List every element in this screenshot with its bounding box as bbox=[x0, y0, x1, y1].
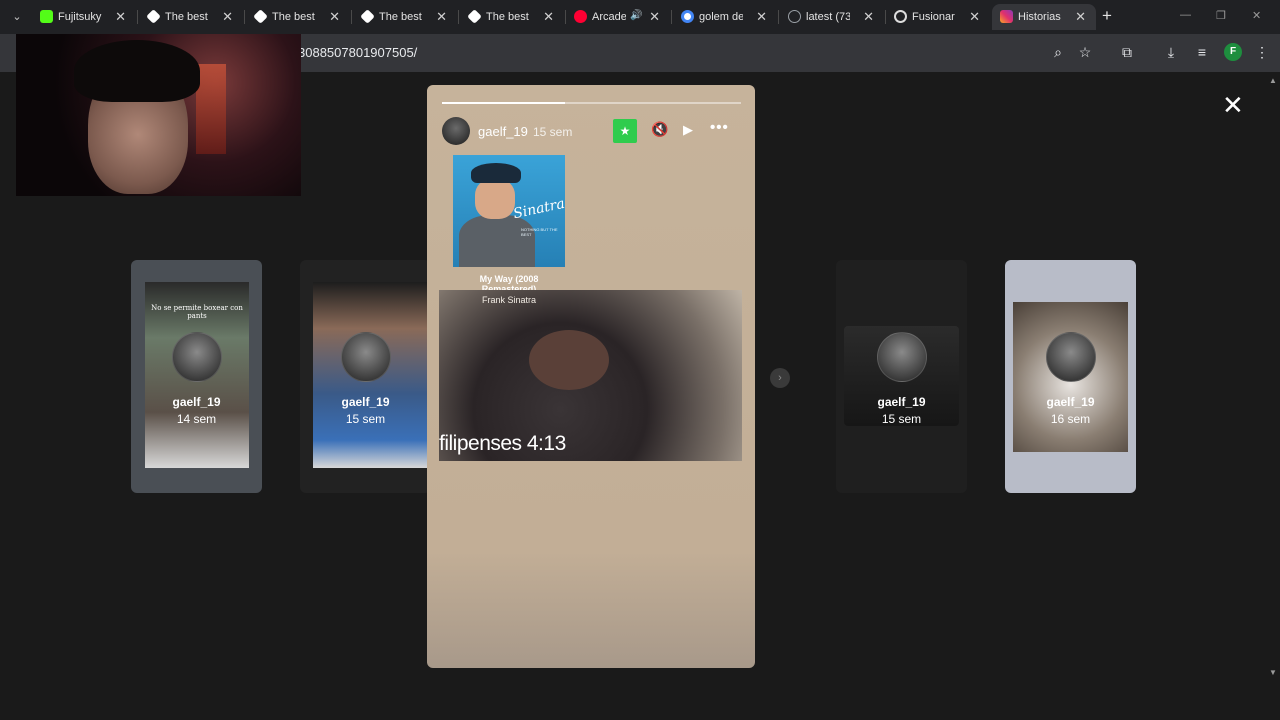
story-card-username: gaelf_19 bbox=[172, 395, 221, 409]
close-tab-icon[interactable]: ✕ bbox=[1075, 9, 1086, 25]
close-icon[interactable]: ✕ bbox=[1222, 92, 1244, 118]
close-tab-icon[interactable]: ✕ bbox=[436, 9, 447, 25]
story-viewer[interactable]: gaelf_19 15 sem ★ 🔇 ▶ ••• Sinatra NOTHIN… bbox=[427, 85, 755, 668]
story-card-avatar bbox=[877, 332, 927, 382]
album-cover[interactable]: Sinatra NOTHING BUT THE BEST bbox=[453, 155, 565, 267]
story-card-3[interactable]: gaelf_19 15 sem bbox=[836, 260, 967, 493]
scroll-up-icon[interactable]: ▲ bbox=[1269, 76, 1277, 85]
close-tab-icon[interactable]: ✕ bbox=[543, 9, 554, 25]
menu-kebab-icon[interactable]: ⋮ bbox=[1253, 44, 1271, 61]
tab-arcade[interactable]: Arcade 🔊 ✕ bbox=[566, 4, 670, 30]
tab-label: golem de bbox=[699, 11, 743, 23]
story-card-time: 14 sem bbox=[176, 412, 217, 426]
story-card-avatar bbox=[1046, 332, 1096, 382]
tab-golem[interactable]: golem de ✕ bbox=[673, 4, 777, 30]
tab-fusionar[interactable]: Fusionar c ✕ bbox=[886, 4, 990, 30]
story-time: 15 sem bbox=[533, 125, 573, 139]
tab-search-icon[interactable]: ⌄ bbox=[6, 7, 28, 27]
play-icon[interactable]: ▶ bbox=[683, 122, 693, 138]
profile-avatar[interactable]: F bbox=[1224, 43, 1242, 61]
muted-speaker-icon[interactable]: 🔇 bbox=[651, 121, 668, 138]
bookmark-star-icon[interactable]: ☆ bbox=[1076, 44, 1094, 61]
openai-icon bbox=[894, 10, 907, 23]
diamond-icon bbox=[467, 9, 482, 24]
star-icon[interactable]: ★ bbox=[613, 119, 637, 143]
story-card-username: gaelf_19 bbox=[341, 395, 390, 409]
tab-label: Historias bbox=[1018, 11, 1061, 23]
story-avatar[interactable] bbox=[442, 117, 470, 145]
google-icon bbox=[681, 10, 694, 23]
album-small-text: NOTHING BUT THE BEST bbox=[521, 227, 558, 237]
story-progress-bar bbox=[442, 102, 741, 104]
diamond-icon bbox=[253, 9, 268, 24]
window-close-button[interactable]: ✕ bbox=[1252, 9, 1261, 22]
extensions-icon[interactable]: ⧉ bbox=[1118, 44, 1136, 61]
restore-button[interactable]: ❐ bbox=[1216, 9, 1226, 22]
streamer-hair bbox=[74, 40, 200, 102]
tab-label: The best C bbox=[272, 11, 316, 23]
address-bar[interactable]: 3088507801907505/ bbox=[298, 45, 417, 60]
tab-the-best-2[interactable]: The best C ✕ bbox=[246, 4, 350, 30]
kick-icon bbox=[40, 10, 53, 23]
story-card-1[interactable]: No se permite boxear con pants gaelf_19 … bbox=[131, 260, 262, 493]
more-icon[interactable]: ••• bbox=[710, 119, 729, 136]
album-script: Sinatra bbox=[511, 195, 565, 223]
webcam-overlay bbox=[16, 34, 301, 196]
tab-historias[interactable]: Historias ✕ bbox=[992, 4, 1096, 30]
close-tab-icon[interactable]: ✕ bbox=[329, 9, 340, 25]
tab-the-best-4[interactable]: The best C ✕ bbox=[460, 4, 564, 30]
tab-the-best-1[interactable]: The best C ✕ bbox=[139, 4, 243, 30]
close-tab-icon[interactable]: ✕ bbox=[756, 9, 767, 25]
instagram-icon bbox=[1000, 10, 1013, 23]
story-card-text: No se permite boxear con pants bbox=[151, 304, 243, 320]
tab-label: The best C bbox=[486, 11, 530, 23]
browser-window: ⌄ Fujitsuky S ✕ The best C ✕ The best C … bbox=[0, 0, 1280, 720]
story-caption: filipenses 4:13 bbox=[439, 432, 566, 455]
diamond-icon bbox=[146, 9, 161, 24]
tab-label: latest (739 bbox=[806, 11, 850, 23]
scroll-down-icon[interactable]: ▼ bbox=[1269, 668, 1277, 677]
tab-label: The best C bbox=[379, 11, 423, 23]
background-sign bbox=[196, 64, 226, 154]
zoom-icon[interactable]: ⌕ bbox=[1049, 44, 1067, 61]
audio-playing-icon[interactable]: 🔊 bbox=[630, 10, 642, 21]
globe-icon bbox=[788, 10, 801, 23]
tab-fujitsuky[interactable]: Fujitsuky S ✕ bbox=[32, 4, 136, 30]
tab-label: Arcade bbox=[592, 11, 626, 23]
story-card-4[interactable]: gaelf_19 16 sem bbox=[1005, 260, 1136, 493]
minimize-button[interactable]: — bbox=[1180, 9, 1191, 21]
close-tab-icon[interactable]: ✕ bbox=[649, 9, 660, 25]
diamond-icon bbox=[360, 9, 375, 24]
story-card-avatar bbox=[172, 332, 222, 382]
song-artist: Frank Sinatra bbox=[481, 295, 537, 305]
close-tab-icon[interactable]: ✕ bbox=[115, 9, 126, 25]
story-card-avatar bbox=[341, 332, 391, 382]
next-story-arrow-icon[interactable]: › bbox=[770, 368, 790, 388]
tab-the-best-3[interactable]: The best C ✕ bbox=[353, 4, 457, 30]
tab-label: Fujitsuky S bbox=[58, 11, 102, 23]
story-progress-fill bbox=[442, 102, 565, 104]
story-card-2[interactable]: gaelf_19 15 sem bbox=[300, 260, 431, 493]
story-username[interactable]: gaelf_19 bbox=[478, 124, 528, 139]
close-tab-icon[interactable]: ✕ bbox=[222, 9, 233, 25]
tab-latest[interactable]: latest (739 ✕ bbox=[780, 4, 884, 30]
story-card-username: gaelf_19 bbox=[1046, 395, 1095, 409]
story-card-username: gaelf_19 bbox=[877, 395, 926, 409]
story-card-time: 16 sem bbox=[1050, 412, 1091, 426]
tab-label: Fusionar c bbox=[912, 11, 956, 23]
story-card-time: 15 sem bbox=[345, 412, 386, 426]
youtube-icon bbox=[574, 10, 587, 23]
story-card-time: 15 sem bbox=[881, 412, 922, 426]
tab-strip: ⌄ Fujitsuky S ✕ The best C ✕ The best C … bbox=[0, 0, 1280, 34]
close-tab-icon[interactable]: ✕ bbox=[863, 9, 874, 25]
close-tab-icon[interactable]: ✕ bbox=[969, 9, 980, 25]
media-controls-icon[interactable]: ≡ bbox=[1193, 44, 1211, 60]
tab-label: The best C bbox=[165, 11, 209, 23]
new-tab-button[interactable]: + bbox=[1102, 7, 1112, 25]
downloads-icon[interactable]: ⤓ bbox=[1162, 44, 1180, 61]
